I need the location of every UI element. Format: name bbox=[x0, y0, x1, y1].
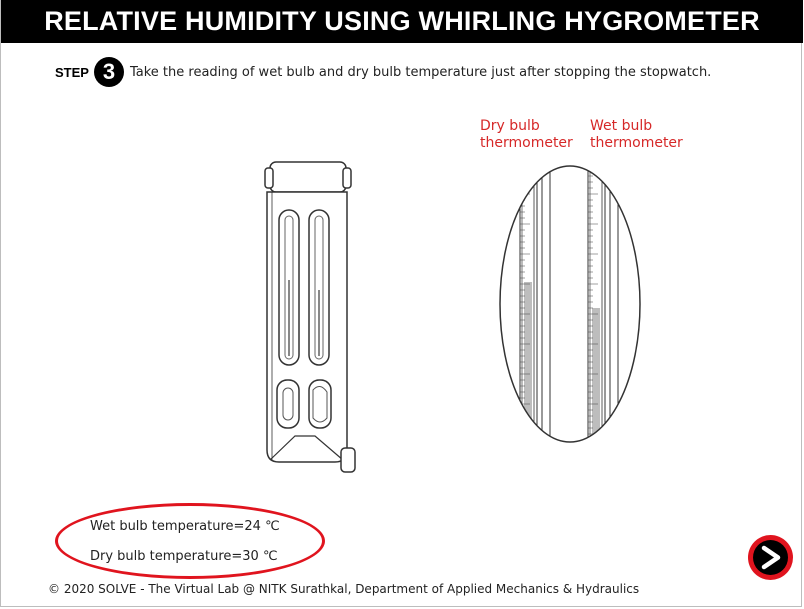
wet-bulb-label: Wet bulb thermometer bbox=[590, 118, 683, 152]
step-text: Take the reading of wet bulb and dry bul… bbox=[129, 64, 712, 80]
hygrometer-handle-end bbox=[340, 447, 356, 473]
chevron-right-icon bbox=[753, 540, 788, 575]
next-button[interactable] bbox=[748, 535, 793, 580]
hygrometer-illustration bbox=[264, 161, 356, 473]
dry-bulb-label: Dry bulb thermometer bbox=[480, 118, 573, 152]
dry-bulb-label-line1: Dry bulb bbox=[480, 118, 540, 134]
wet-bulb-mercury bbox=[592, 308, 600, 442]
page-title: RELATIVE HUMIDITY USING WHIRLING HYGROME… bbox=[1, 0, 803, 43]
dry-bulb-mercury bbox=[524, 282, 532, 442]
footer-copyright: © 2020 SOLVE - The Virtual Lab @ NITK Su… bbox=[48, 582, 640, 596]
dry-bulb-reading: Dry bulb temperature=30 ℃ bbox=[90, 549, 278, 564]
step-label: STEP bbox=[55, 64, 89, 80]
thermometer-zoom-view bbox=[499, 165, 641, 443]
step-number-badge: 3 bbox=[93, 57, 124, 87]
wet-bulb-label-line2: thermometer bbox=[590, 135, 683, 151]
step-instruction: STEP 3 Take the reading of wet bulb and … bbox=[55, 57, 712, 87]
hygrometer-top-cap bbox=[269, 161, 347, 193]
wet-bulb-label-line1: Wet bulb bbox=[590, 118, 653, 134]
wet-bulb-reading: Wet bulb temperature=24 ℃ bbox=[90, 519, 280, 534]
dry-bulb-label-line2: thermometer bbox=[480, 135, 573, 151]
readings-highlight bbox=[55, 503, 325, 579]
